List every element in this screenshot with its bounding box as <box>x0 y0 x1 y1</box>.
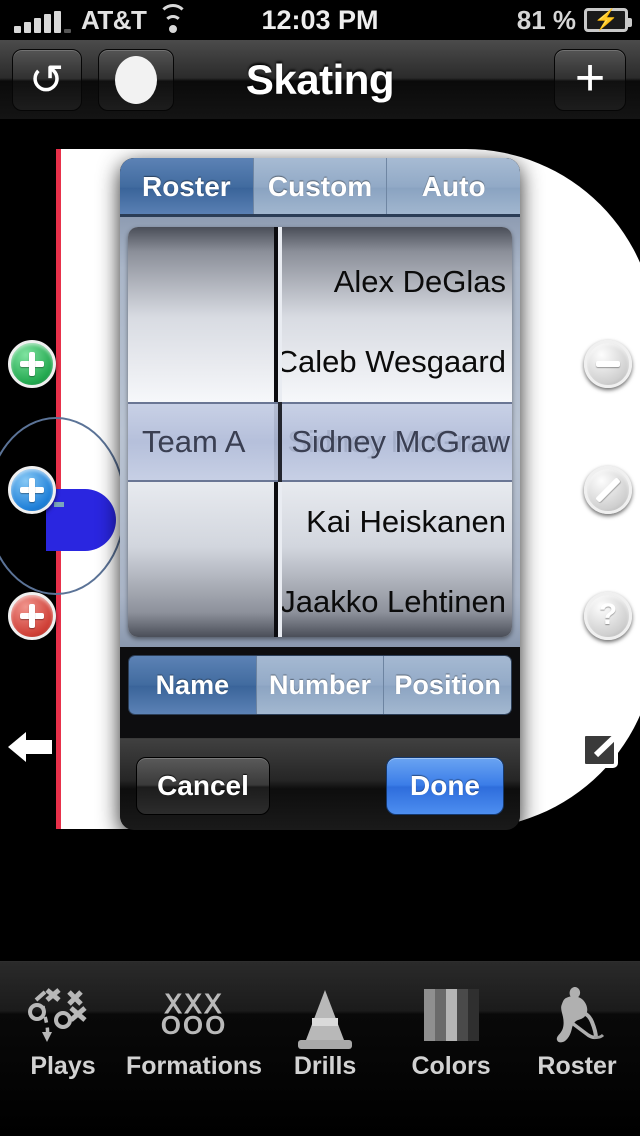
segment-number[interactable]: Number <box>256 656 385 714</box>
help-button[interactable]: ? <box>584 592 632 640</box>
segment-name[interactable]: Name <box>129 656 257 714</box>
bottom-tab-formations[interactable]: ⅩⅩⅩ ООО Formations <box>126 962 262 1081</box>
field-segmented-control: Name Number Position <box>128 655 512 715</box>
picker-column-name[interactable]: Alex DeGlas Caleb Wesgaard Sidney McGraw… <box>282 227 512 637</box>
page-title: Skating <box>245 55 395 103</box>
bottom-tab-roster[interactable]: Roster <box>514 962 640 1081</box>
segmented-control-container: Name Number Position <box>120 655 520 715</box>
add-green-player-button[interactable] <box>8 340 56 388</box>
tab-custom[interactable]: Custom <box>253 158 388 216</box>
cancel-button[interactable]: Cancel <box>136 757 270 815</box>
remove-player-button[interactable] <box>584 340 632 388</box>
center-mark <box>54 502 64 507</box>
bottom-tab-drills[interactable]: Drills <box>262 962 388 1081</box>
cone-icon <box>298 984 353 1049</box>
bottom-tab-colors[interactable]: Colors <box>388 962 514 1081</box>
formations-xo-icon: ⅩⅩⅩ ООО <box>160 989 228 1040</box>
modal-tab-bar: Roster Custom Auto <box>120 158 520 216</box>
picker-item[interactable] <box>128 322 274 402</box>
picker-item[interactable]: Sidney McGraw <box>282 402 512 482</box>
battery-percent-label: 81 % <box>516 4 576 35</box>
picker-column-team[interactable]: Team A <box>128 227 278 637</box>
export-icon <box>581 728 623 768</box>
add-button[interactable]: + <box>554 48 626 111</box>
bottom-tab-bar: Plays ⅩⅩⅩ ООО Formations Drills Colors R… <box>0 961 640 1136</box>
modal-footer: Cancel Done <box>120 738 520 830</box>
tab-roster[interactable]: Roster <box>120 158 254 216</box>
question-mark-icon: ? <box>598 598 618 631</box>
picker-item[interactable]: Jaakko Lehtinen <box>282 562 512 637</box>
picker-container: Team A Alex DeGlas Caleb Wesgaard Sidney… <box>120 217 520 647</box>
picker-item[interactable]: Team A <box>128 402 274 482</box>
modal-shell: Roster Custom Auto Team A Alex DeGlas Ca… <box>120 158 520 830</box>
line-icon <box>595 477 621 503</box>
plus-icon: + <box>574 48 606 107</box>
picker-item[interactable] <box>128 242 274 322</box>
picker-divider <box>278 402 282 482</box>
add-red-player-button[interactable] <box>8 592 56 640</box>
status-bar: AT&T 12:03 PM 81 % ⚡ <box>0 0 640 40</box>
navigation-bar: ↻ Skating + <box>0 40 640 120</box>
picker-item[interactable]: Alex DeGlas <box>282 242 512 322</box>
minus-icon <box>596 361 620 367</box>
tab-auto[interactable]: Auto <box>387 158 520 216</box>
app-screen: AT&T 12:03 PM 81 % ⚡ ↻ Skating + ? Roste… <box>0 0 640 1136</box>
picker-item[interactable]: Kai Heiskanen <box>282 482 512 562</box>
export-button[interactable] <box>580 725 626 771</box>
bottom-tab-label: Drills <box>293 1052 357 1080</box>
segment-position[interactable]: Position <box>384 656 511 714</box>
picker-item[interactable] <box>128 482 274 562</box>
picker-item[interactable]: Caleb Wesgaard <box>282 322 512 402</box>
back-button[interactable] <box>6 724 54 770</box>
bottom-tab-label: Formations <box>125 1052 263 1080</box>
battery-charging-icon: ⚡ <box>584 8 632 32</box>
plays-diagram-icon <box>25 984 101 1046</box>
done-button[interactable]: Done <box>386 757 504 815</box>
add-blue-player-button[interactable] <box>8 466 56 514</box>
bottom-tab-label: Colors <box>411 1052 491 1080</box>
goal-crease <box>46 489 116 551</box>
status-bar-right: 81 % ⚡ <box>516 4 632 36</box>
player-picker[interactable]: Team A Alex DeGlas Caleb Wesgaard Sidney… <box>128 227 512 637</box>
picker-item[interactable] <box>128 562 274 637</box>
bottom-tab-plays[interactable]: Plays <box>0 962 126 1081</box>
color-bars-icon <box>423 984 479 1046</box>
roster-picker-modal: Roster Custom Auto Team A Alex DeGlas Ca… <box>120 158 520 830</box>
hockey-player-icon <box>546 984 608 1046</box>
bottom-tab-label: Roster <box>537 1052 617 1080</box>
bottom-tab-label: Plays <box>30 1052 96 1080</box>
back-arrow-icon <box>8 732 52 762</box>
draw-line-button[interactable] <box>584 466 632 514</box>
